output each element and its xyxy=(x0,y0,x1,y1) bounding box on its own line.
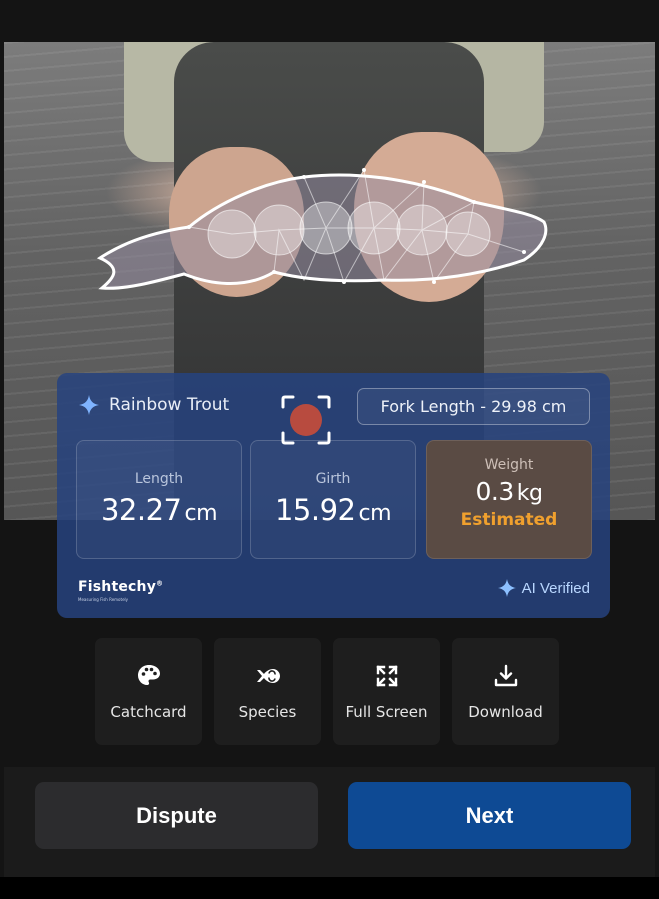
weight-status: Estimated xyxy=(460,510,558,530)
girth-metric: Girth 15.92 cm xyxy=(250,440,416,559)
dispute-button[interactable]: Dispute xyxy=(35,782,318,849)
mesh-point xyxy=(522,250,526,254)
navigation-bar xyxy=(0,877,659,899)
length-value: 32.27 xyxy=(100,493,182,527)
catchcard-label: Catchcard xyxy=(110,702,187,721)
mesh-point xyxy=(432,280,436,284)
expand-icon xyxy=(375,664,398,687)
species-header: Rainbow Trout xyxy=(79,395,229,415)
bottom-action-bar: Dispute Next xyxy=(4,767,655,877)
girth-unit: cm xyxy=(358,501,392,526)
mesh-point xyxy=(272,270,276,274)
mesh-point xyxy=(422,180,426,184)
sparkle-icon xyxy=(497,579,516,597)
action-bar: Catchcard Species Full Screen Download xyxy=(95,638,559,745)
brand-mark: ® xyxy=(156,579,164,588)
download-label: Download xyxy=(468,702,543,721)
species-label: Species xyxy=(238,702,297,721)
weight-unit: kg xyxy=(516,481,543,506)
next-button[interactable]: Next xyxy=(348,782,631,849)
girth-value: 15.92 xyxy=(274,493,356,527)
fork-length-badge: Fork Length - 29.98 cm xyxy=(357,388,590,425)
length-label: Length xyxy=(134,471,184,487)
fish-swap-icon xyxy=(256,668,280,683)
scan-target-icon[interactable] xyxy=(279,393,333,447)
catchcard-button[interactable]: Catchcard xyxy=(95,638,202,745)
ai-verified-badge: AI Verified xyxy=(497,579,590,597)
species-name: Rainbow Trout xyxy=(109,395,230,415)
full-screen-button[interactable]: Full Screen xyxy=(333,638,440,745)
brand-logo: Fishtechy® xyxy=(78,579,163,595)
ai-verified-label: AI Verified xyxy=(521,579,590,597)
brand-tagline: Measuring Fish Remotely xyxy=(78,597,129,602)
mesh-point xyxy=(342,280,346,284)
length-metric: Length 32.27 cm xyxy=(76,440,242,559)
girth-label: Girth xyxy=(315,471,351,487)
mesh-point xyxy=(302,175,306,179)
palette-icon xyxy=(137,664,160,685)
full-screen-label: Full Screen xyxy=(345,702,428,721)
weight-metric: Weight 0.3 kg Estimated xyxy=(426,440,592,559)
mesh-point xyxy=(362,168,366,172)
sparkle-icon xyxy=(79,395,99,415)
weight-label: Weight xyxy=(484,457,534,473)
brand-name: Fishtechy xyxy=(78,579,157,595)
weight-value: 0.3 xyxy=(475,477,515,506)
mesh-point xyxy=(187,225,191,229)
weight-value-row: 0.3 kg xyxy=(427,477,591,506)
length-value-row: 32.27 cm xyxy=(77,493,241,527)
girth-value-row: 15.92 cm xyxy=(251,493,415,527)
measurement-result-card: Rainbow Trout Fork Length - 29.98 cm Len… xyxy=(57,373,610,618)
species-button[interactable]: Species xyxy=(214,638,321,745)
download-icon xyxy=(494,664,517,686)
download-button[interactable]: Download xyxy=(452,638,559,745)
status-bar xyxy=(0,0,659,42)
length-unit: cm xyxy=(184,501,218,526)
mesh-point xyxy=(472,200,476,204)
